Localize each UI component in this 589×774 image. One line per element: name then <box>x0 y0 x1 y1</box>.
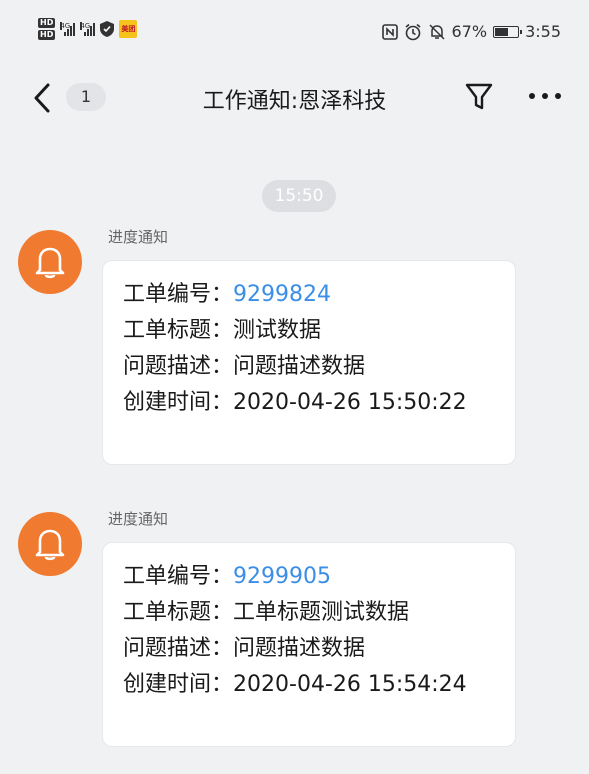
message-bubble[interactable]: 工单编号：9299824 工单标题：测试数据 问题描述：问题描述数据 创建时间：… <box>102 260 516 465</box>
hd-indicators: HD HD <box>38 18 56 40</box>
hd-top-icon: HD <box>38 18 56 28</box>
field-ticket-number: 工单编号：9299824 <box>123 277 495 313</box>
status-right: 67% 3:55 <box>381 22 561 41</box>
filter-icon[interactable] <box>463 80 495 112</box>
field-label: 创建时间： <box>123 390 234 415</box>
field-value: 2020-04-26 15:50:22 <box>233 390 467 415</box>
more-options-icon[interactable] <box>526 82 564 110</box>
bell-icon <box>35 247 65 279</box>
sender-name: 进度通知 <box>108 510 169 528</box>
network-1-label: 4G <box>60 22 71 30</box>
field-value: 问题描述数据 <box>233 354 366 379</box>
field-value: 2020-04-26 15:54:24 <box>233 672 467 697</box>
page-title: 工作通知:恩泽科技 <box>202 89 387 114</box>
field-label: 工单编号： <box>123 564 234 589</box>
field-description: 问题描述：问题描述数据 <box>123 349 495 385</box>
avatar[interactable] <box>18 512 82 576</box>
field-label: 问题描述： <box>123 354 234 379</box>
shield-icon <box>100 21 115 37</box>
field-description: 问题描述：问题描述数据 <box>123 631 495 667</box>
clock: 3:55 <box>525 22 561 41</box>
battery-level <box>495 27 509 36</box>
hd-bottom-icon: HD <box>38 30 56 40</box>
field-label: 工单标题： <box>123 318 234 343</box>
field-value: 测试数据 <box>233 318 322 343</box>
field-ticket-title: 工单标题：测试数据 <box>123 313 495 349</box>
field-created-time: 创建时间：2020-04-26 15:50:22 <box>123 385 495 421</box>
network-2-label: 4G <box>80 22 91 30</box>
field-value: 工单标题测试数据 <box>233 600 410 625</box>
signal-2-icon: 4G <box>80 22 96 36</box>
status-left: HD HD 4G 4G 美团 <box>38 18 138 40</box>
alarm-icon <box>404 23 421 40</box>
timestamp-chip: 15:50 <box>262 180 336 212</box>
field-label: 工单编号： <box>123 282 234 307</box>
avatar[interactable] <box>18 230 82 294</box>
battery-icon <box>493 25 523 38</box>
field-value: 问题描述数据 <box>233 636 366 661</box>
message-bubble[interactable]: 工单编号：9299905 工单标题：工单标题测试数据 问题描述：问题描述数据 创… <box>102 542 516 747</box>
mute-bell-icon <box>428 23 445 40</box>
field-label: 工单标题： <box>123 600 234 625</box>
ticket-number-link[interactable]: 9299905 <box>233 564 331 589</box>
field-ticket-number: 工单编号：9299905 <box>123 559 495 595</box>
sender-name: 进度通知 <box>108 228 169 246</box>
field-label: 问题描述： <box>123 636 234 661</box>
bell-icon <box>35 529 65 561</box>
signal-1-icon: 4G <box>60 22 76 36</box>
field-label: 创建时间： <box>123 672 234 697</box>
ticket-number-link[interactable]: 9299824 <box>233 282 331 307</box>
nfc-icon <box>381 23 398 40</box>
battery-percent: 67% <box>451 22 488 41</box>
status-bar: HD HD 4G 4G 美团 67% 3:55 <box>0 0 589 66</box>
field-ticket-title: 工单标题：工单标题测试数据 <box>123 595 495 631</box>
app-notification-icon: 美团 <box>119 20 138 38</box>
field-created-time: 创建时间：2020-04-26 15:54:24 <box>123 667 495 703</box>
